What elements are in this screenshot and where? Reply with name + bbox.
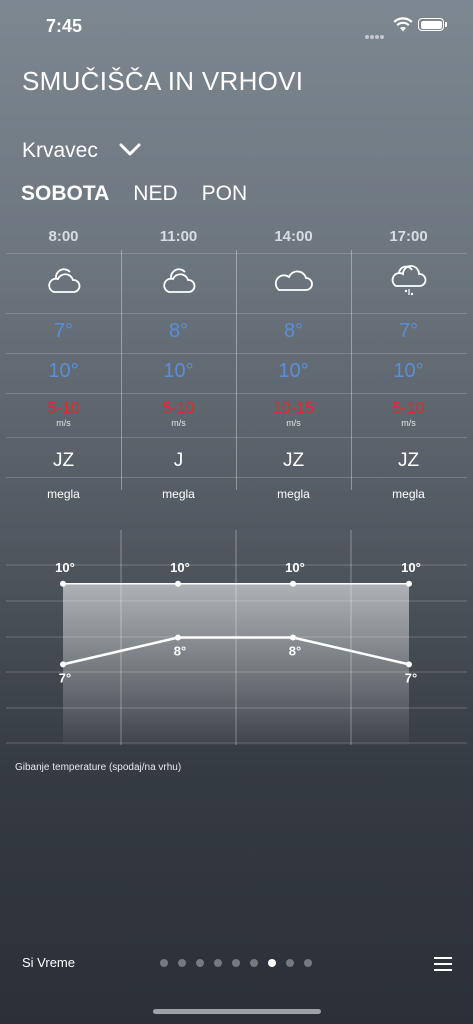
page-dot[interactable] xyxy=(160,959,168,967)
status-time: 7:45 xyxy=(46,16,83,36)
temp-high: 10° xyxy=(278,360,309,382)
forecast-column: 8:00 7° 10° 5-10 m/s JZ megla xyxy=(6,220,121,528)
wind-speed: 5-10 xyxy=(47,400,80,417)
low-temp-label: 8° xyxy=(289,644,301,659)
temp-high: 10° xyxy=(163,360,194,382)
wind-unit: m/s xyxy=(401,418,416,428)
page-dot[interactable] xyxy=(286,959,294,967)
forecast-time: 14:00 xyxy=(274,228,313,245)
app-brand[interactable]: Si Vreme xyxy=(22,955,75,970)
high-temp-point xyxy=(60,580,66,587)
page-dot[interactable] xyxy=(214,959,222,967)
page-dot[interactable] xyxy=(250,959,258,967)
low-temp-label: 7° xyxy=(405,670,417,685)
chart-caption: Gibanje temperature (spodaj/na vrhu) xyxy=(15,762,182,773)
wind-unit: m/s xyxy=(56,418,71,428)
high-temp-point xyxy=(290,580,296,587)
location-selector[interactable]: Krvavec xyxy=(22,139,98,163)
temperature-area xyxy=(63,583,409,745)
high-temp-point xyxy=(406,580,412,587)
wifi-icon xyxy=(393,17,413,38)
temp-low: 7° xyxy=(53,320,74,342)
chevron-down-icon[interactable] xyxy=(118,142,142,163)
high-temp-label: 10° xyxy=(285,560,305,575)
cloud-sun-icon xyxy=(121,262,236,296)
temp-low: 7° xyxy=(398,320,419,342)
wind-unit: m/s xyxy=(286,418,301,428)
condition: megla xyxy=(162,487,195,501)
tab-ned[interactable]: NED xyxy=(133,182,177,206)
wind-direction: JZ xyxy=(397,450,420,471)
temp-low: 8° xyxy=(168,320,189,342)
page-title: SMUČIŠČA IN VRHOVI xyxy=(22,66,304,96)
temp-high: 10° xyxy=(48,360,79,382)
page-dot[interactable] xyxy=(178,959,186,967)
low-temp-label: 7° xyxy=(59,670,71,685)
high-temp-label: 10° xyxy=(401,560,421,575)
page-dot[interactable] xyxy=(196,959,204,967)
battery-icon xyxy=(418,18,447,31)
page-dot[interactable] xyxy=(232,959,240,967)
forecast-column: 17:00 7° 10° 5-10 m/s JZ megla xyxy=(351,220,466,528)
forecast-time: 17:00 xyxy=(389,228,428,245)
wind-unit: m/s xyxy=(171,418,186,428)
high-temp-label: 10° xyxy=(170,560,190,575)
cloud-rain-icon xyxy=(351,262,466,296)
forecast-time: 11:00 xyxy=(159,228,198,245)
low-temp-point xyxy=(406,661,412,668)
wind-speed: 5-10 xyxy=(392,400,425,417)
wind-direction: JZ xyxy=(282,450,305,471)
low-temp-point xyxy=(290,634,296,641)
temp-low: 8° xyxy=(283,320,304,342)
wind-speed: 10-15 xyxy=(273,400,314,417)
page-dot[interactable] xyxy=(268,959,276,967)
signal-icon xyxy=(365,26,387,39)
condition: megla xyxy=(47,487,80,501)
condition: megla xyxy=(392,487,425,501)
page-indicator[interactable] xyxy=(160,959,312,967)
home-indicator xyxy=(153,1009,321,1014)
tab-sobota[interactable]: SOBOTA xyxy=(21,182,109,206)
wind-direction: J xyxy=(173,450,184,471)
low-temp-point xyxy=(60,661,66,668)
forecast-column: 11:00 8° 10° 5-10 m/s J megla xyxy=(121,220,236,528)
menu-icon[interactable] xyxy=(434,957,452,975)
tab-pon[interactable]: PON xyxy=(202,182,248,206)
forecast-time: 8:00 xyxy=(48,228,79,245)
high-temp-point xyxy=(175,580,181,587)
wind-speed: 5-10 xyxy=(162,400,195,417)
wind-direction: JZ xyxy=(52,450,75,471)
high-temp-label: 10° xyxy=(55,560,75,575)
day-tabs: SOBOTA NED PON xyxy=(21,182,247,206)
forecast-grid: 8:00 7° 10° 5-10 m/s JZ megla 11:00 8° 1… xyxy=(6,220,467,528)
low-temp-label: 8° xyxy=(174,644,186,659)
cloud-icon xyxy=(236,262,351,296)
cloud-sun-icon xyxy=(6,262,121,296)
temperature-chart: 10° 10° 10° 10° 7° 8° 8° 7° xyxy=(6,530,467,745)
forecast-column: 14:00 8° 10° 10-15 m/s JZ megla xyxy=(236,220,351,528)
page-dot[interactable] xyxy=(304,959,312,967)
condition: megla xyxy=(277,487,310,501)
temp-high: 10° xyxy=(393,360,424,382)
low-temp-point xyxy=(175,634,181,641)
